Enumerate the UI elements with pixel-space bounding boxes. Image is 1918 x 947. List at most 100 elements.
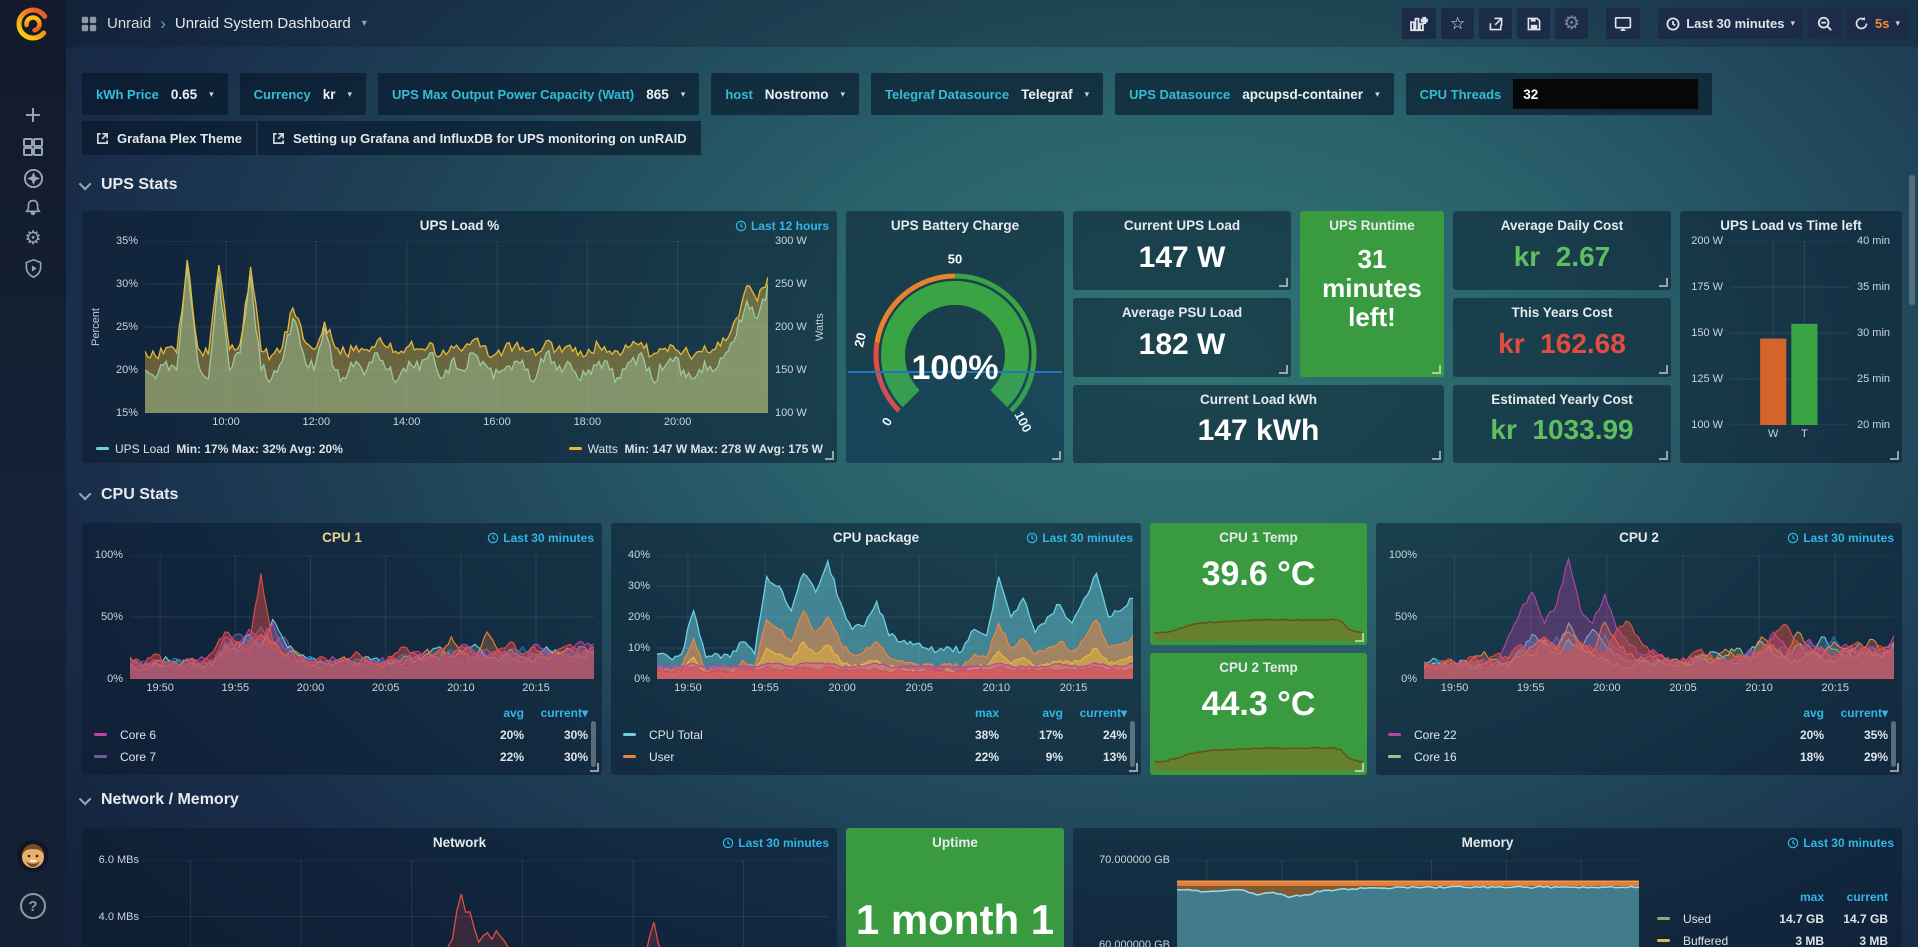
panel-average-psu-load: Average PSU Load 182 W xyxy=(1073,298,1291,377)
panel-time-range[interactable]: Last 30 minutes xyxy=(1026,531,1133,545)
dashboard-link[interactable]: Setting up Grafana and InfluxDB for UPS … xyxy=(258,121,701,155)
dashboard-link[interactable]: Grafana Plex Theme xyxy=(82,121,256,155)
graph-legend-table: avgcurrent▾Core 2220%35%Core 1618%29% xyxy=(1388,702,1888,768)
create-icon[interactable] xyxy=(0,101,66,129)
cpu1-plot[interactable]: 19:5019:5520:0020:0520:1020:15 xyxy=(130,555,594,679)
variable-currency[interactable]: Currencykr▾ xyxy=(240,73,366,115)
panel-title[interactable]: UPS Load % xyxy=(82,211,837,233)
legend-scrollbar[interactable] xyxy=(591,721,596,767)
panel-cpu-package-graph: CPU package Last 30 minutes 40%30%20%10%… xyxy=(611,523,1141,775)
explore-compass-icon[interactable] xyxy=(0,164,66,192)
panel-title[interactable]: Current Load kWh xyxy=(1073,385,1444,407)
panel-title[interactable]: UPS Runtime xyxy=(1300,211,1444,233)
panel-title[interactable]: Average Daily Cost xyxy=(1453,211,1671,233)
legend-series-row: CPU Total38%17%24% xyxy=(623,724,1127,746)
time-range-picker[interactable]: Last 30 minutes ▾ xyxy=(1658,8,1803,39)
save-button[interactable] xyxy=(1517,8,1550,39)
dashboards-icon[interactable] xyxy=(0,133,66,161)
clock-icon xyxy=(1787,837,1799,849)
panel-time-range[interactable]: Last 30 minutes xyxy=(722,836,829,850)
variable-host[interactable]: hostNostromo▾ xyxy=(711,73,859,115)
configuration-gear-icon[interactable]: ⚙ xyxy=(0,224,66,252)
apps-grid-icon[interactable] xyxy=(80,15,98,33)
panel-title[interactable]: Memory xyxy=(1073,828,1902,850)
section-ups-stats[interactable]: UPS Stats xyxy=(82,176,177,194)
legend-sort-max[interactable]: max xyxy=(935,706,999,720)
star-button[interactable]: ☆ xyxy=(1441,8,1474,39)
section-network-memory[interactable]: Network / Memory xyxy=(82,791,239,809)
panel-title[interactable]: CPU 1 Temp xyxy=(1150,523,1367,545)
legend-series-label[interactable]: User xyxy=(623,750,935,764)
graph-legend-table: avgcurrent▾Core 620%30%Core 722%30% xyxy=(94,702,588,768)
share-button[interactable] xyxy=(1479,8,1512,39)
legend-scrollbar[interactable] xyxy=(1130,721,1135,767)
legend-sort-avg[interactable]: avg xyxy=(460,706,524,720)
legend-value: 9% xyxy=(999,750,1063,764)
panel-time-range[interactable]: Last 30 minutes xyxy=(1787,836,1894,850)
variable-telegraf-datasource[interactable]: Telegraf DatasourceTelegraf▾ xyxy=(871,73,1103,115)
legend-series-label[interactable]: CPU Total xyxy=(623,728,935,742)
panel-title[interactable]: Estimated Yearly Cost xyxy=(1453,385,1671,407)
panel-title[interactable]: Uptime xyxy=(846,828,1064,850)
panel-title[interactable]: Current UPS Load xyxy=(1073,211,1291,233)
variable-kwh-price[interactable]: kWh Price0.65▾ xyxy=(82,73,228,115)
panel-time-range[interactable]: Last 30 minutes xyxy=(1787,531,1894,545)
legend-sort-current[interactable]: current xyxy=(1824,890,1888,904)
legend-series-label[interactable]: Buffered xyxy=(1657,934,1760,947)
memory-plot[interactable] xyxy=(1177,860,1639,947)
legend-sort-max[interactable]: max xyxy=(1760,890,1824,904)
clock-icon xyxy=(1026,532,1038,544)
zoom-out-button[interactable] xyxy=(1808,8,1841,39)
section-cpu-stats[interactable]: CPU Stats xyxy=(82,486,178,504)
legend-series-label[interactable]: Used xyxy=(1657,912,1760,926)
legend-value: 17% xyxy=(999,728,1063,742)
server-admin-shield-icon[interactable] xyxy=(0,254,66,282)
panel-time-range[interactable]: Last 12 hours xyxy=(735,219,829,233)
dashboard-title[interactable]: Unraid System Dashboard xyxy=(175,15,351,32)
legend-series-label[interactable]: Core 16 xyxy=(1388,750,1760,764)
stat-value: kr 162.68 xyxy=(1453,328,1671,360)
panel-title[interactable]: This Years Cost xyxy=(1453,298,1671,320)
legend-sort-current[interactable]: current▾ xyxy=(1824,706,1888,720)
breadcrumb-folder[interactable]: Unraid xyxy=(107,15,151,32)
cycle-view-button[interactable] xyxy=(1606,8,1640,39)
alerting-bell-icon[interactable] xyxy=(0,194,66,222)
legend-sort-avg[interactable]: avg xyxy=(1760,706,1824,720)
legend-series-row: Used14.7 GB14.7 GB xyxy=(1657,908,1888,930)
bars-plot[interactable]: WT xyxy=(1730,241,1850,425)
user-avatar[interactable] xyxy=(17,840,49,872)
cpu-package-plot[interactable]: 19:5019:5520:0020:0520:1020:15 xyxy=(657,555,1133,679)
legend-series-label[interactable]: Core 7 xyxy=(94,750,460,764)
panel-title[interactable]: Average PSU Load xyxy=(1073,298,1291,320)
variable-ups-max-output-power-capacity-watt-[interactable]: UPS Max Output Power Capacity (Watt)865▾ xyxy=(378,73,699,115)
variable-ups-datasource[interactable]: UPS Datasourceapcupsd-container▾ xyxy=(1115,73,1393,115)
add-panel-button[interactable] xyxy=(1402,8,1436,39)
network-plot[interactable] xyxy=(146,860,829,947)
panel-title[interactable]: CPU 2 Temp xyxy=(1150,653,1367,675)
share-icon xyxy=(1488,16,1504,32)
legend-sort-current[interactable]: current▾ xyxy=(1063,706,1127,720)
legend-series-label[interactable]: Core 6 xyxy=(94,728,460,742)
refresh-button[interactable]: 5s ▾ xyxy=(1846,8,1908,39)
cpu-threads-input[interactable] xyxy=(1513,79,1698,109)
dashboard-caret-icon[interactable]: ▾ xyxy=(362,18,367,29)
ups-load-plot[interactable]: 10:0012:0014:0016:0018:0020:00 xyxy=(145,241,768,413)
legend-series-label[interactable]: Core 22 xyxy=(1388,728,1760,742)
panel-title[interactable]: UPS Battery Charge xyxy=(846,211,1064,233)
help-icon[interactable]: ? xyxy=(20,893,46,919)
stat-value: 182 W xyxy=(1073,328,1291,362)
panel-time-range[interactable]: Last 30 minutes xyxy=(487,531,594,545)
legend-sort-current[interactable]: current▾ xyxy=(524,706,588,720)
legend-scrollbar[interactable] xyxy=(1891,721,1896,767)
y-axis-ticks: 100%50%0% xyxy=(1384,555,1424,679)
legend-series-ups-load[interactable]: UPS Load Min: 17% Max: 32% Avg: 20% xyxy=(96,442,343,456)
legend-sort-avg[interactable]: avg xyxy=(999,706,1063,720)
dashboard-settings-button[interactable]: ⚙ xyxy=(1555,8,1588,39)
dashboard-links: Grafana Plex Theme Setting up Grafana an… xyxy=(82,121,701,155)
panel-title[interactable]: UPS Load vs Time left xyxy=(1680,211,1902,233)
caret-down-icon: ▾ xyxy=(1085,89,1090,100)
page-scrollbar[interactable] xyxy=(1909,175,1915,305)
cpu2-plot[interactable]: 19:5019:5520:0020:0520:1020:15 xyxy=(1424,555,1894,679)
legend-series-watts[interactable]: Watts Min: 147 W Max: 278 W Avg: 175 W xyxy=(569,442,823,456)
grafana-logo[interactable] xyxy=(15,6,51,42)
